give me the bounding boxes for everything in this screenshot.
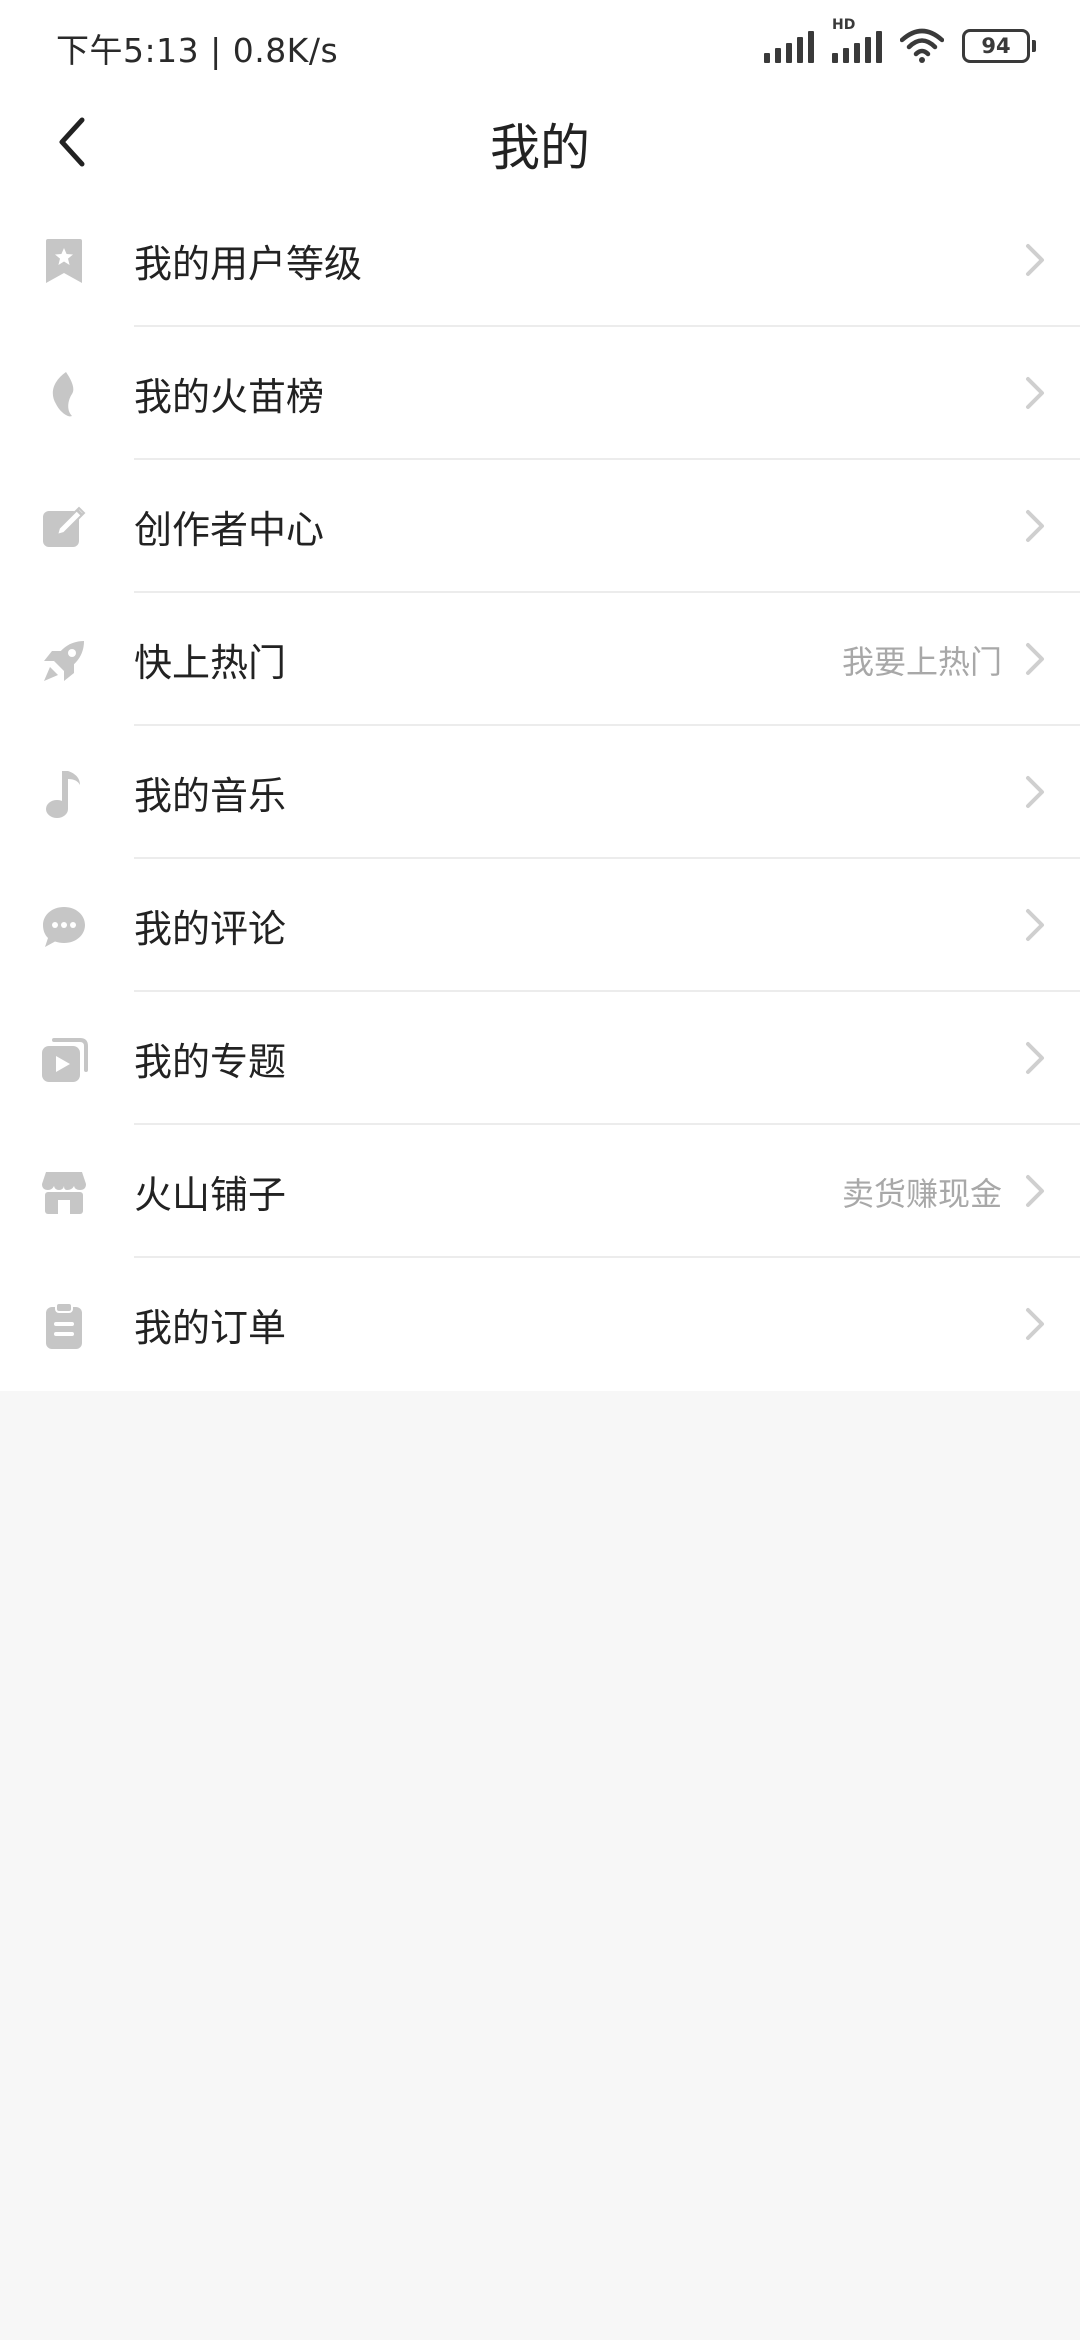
chevron-right-icon xyxy=(1026,643,1044,675)
title-bar: 我的 xyxy=(0,90,1080,194)
status-bar: 下午5:13 | 0.8K/s HD 94 xyxy=(0,0,1080,90)
menu-item-music[interactable]: 我的音乐 xyxy=(0,726,1080,859)
flame-icon xyxy=(40,371,88,419)
menu-item-label: 我的火苗榜 xyxy=(134,375,325,419)
menu-item-hint: 卖货赚现金 xyxy=(841,1174,1002,1213)
menu-item-label: 我的订单 xyxy=(134,1306,287,1350)
menu-item-user-level[interactable]: 我的用户等级 xyxy=(0,194,1080,327)
chevron-right-icon xyxy=(1026,1175,1044,1207)
chevron-right-icon xyxy=(1026,776,1044,808)
chevron-right-icon xyxy=(1026,244,1044,276)
hd-label: HD xyxy=(832,17,856,33)
menu-item-creator-center[interactable]: 创作者中心 xyxy=(0,460,1080,593)
music-note-icon xyxy=(40,770,88,818)
clipboard-icon xyxy=(40,1302,88,1350)
menu-item-label: 我的用户等级 xyxy=(134,242,363,286)
chevron-right-icon xyxy=(1026,909,1044,941)
chevron-right-icon xyxy=(1026,1042,1044,1074)
menu-item-label: 我的音乐 xyxy=(134,774,287,818)
hd-signal-icon: HD xyxy=(832,17,882,63)
menu-item-label: 火山铺子 xyxy=(134,1173,287,1217)
rocket-icon xyxy=(40,637,88,685)
chevron-right-icon xyxy=(1026,1308,1044,1340)
playlist-icon xyxy=(40,1036,88,1084)
chevron-right-icon xyxy=(1026,510,1044,542)
comment-icon xyxy=(40,903,88,951)
menu-item-shop[interactable]: 火山铺子 卖货赚现金 xyxy=(0,1125,1080,1258)
page-title: 我的 xyxy=(490,119,590,177)
signal-icon xyxy=(764,29,814,63)
status-time-netspeed: 下午5:13 | 0.8K/s xyxy=(56,31,339,70)
menu-item-orders[interactable]: 我的订单 xyxy=(0,1258,1080,1391)
menu-item-label: 我的专题 xyxy=(134,1040,287,1084)
menu-item-topics[interactable]: 我的专题 xyxy=(0,992,1080,1125)
menu-item-label: 创作者中心 xyxy=(134,508,325,552)
menu-list: 我的用户等级 我的火苗榜 创作者中心 快上热门 我要上热门 我的音乐 我的评论 … xyxy=(0,194,1080,1391)
chevron-right-icon xyxy=(1026,377,1044,409)
menu-item-flame-rank[interactable]: 我的火苗榜 xyxy=(0,327,1080,460)
menu-item-hint: 我要上热门 xyxy=(841,642,1002,681)
menu-item-go-hot[interactable]: 快上热门 我要上热门 xyxy=(0,593,1080,726)
menu-item-label: 快上热门 xyxy=(134,641,287,685)
bookmark-star-icon xyxy=(40,238,88,286)
edit-icon xyxy=(40,504,88,552)
menu-item-comments[interactable]: 我的评论 xyxy=(0,859,1080,992)
battery-icon: 94 xyxy=(962,29,1036,63)
wifi-icon xyxy=(900,28,944,63)
status-icons: HD 94 xyxy=(764,17,1036,70)
shop-icon xyxy=(40,1169,88,1217)
menu-item-label: 我的评论 xyxy=(134,907,287,951)
